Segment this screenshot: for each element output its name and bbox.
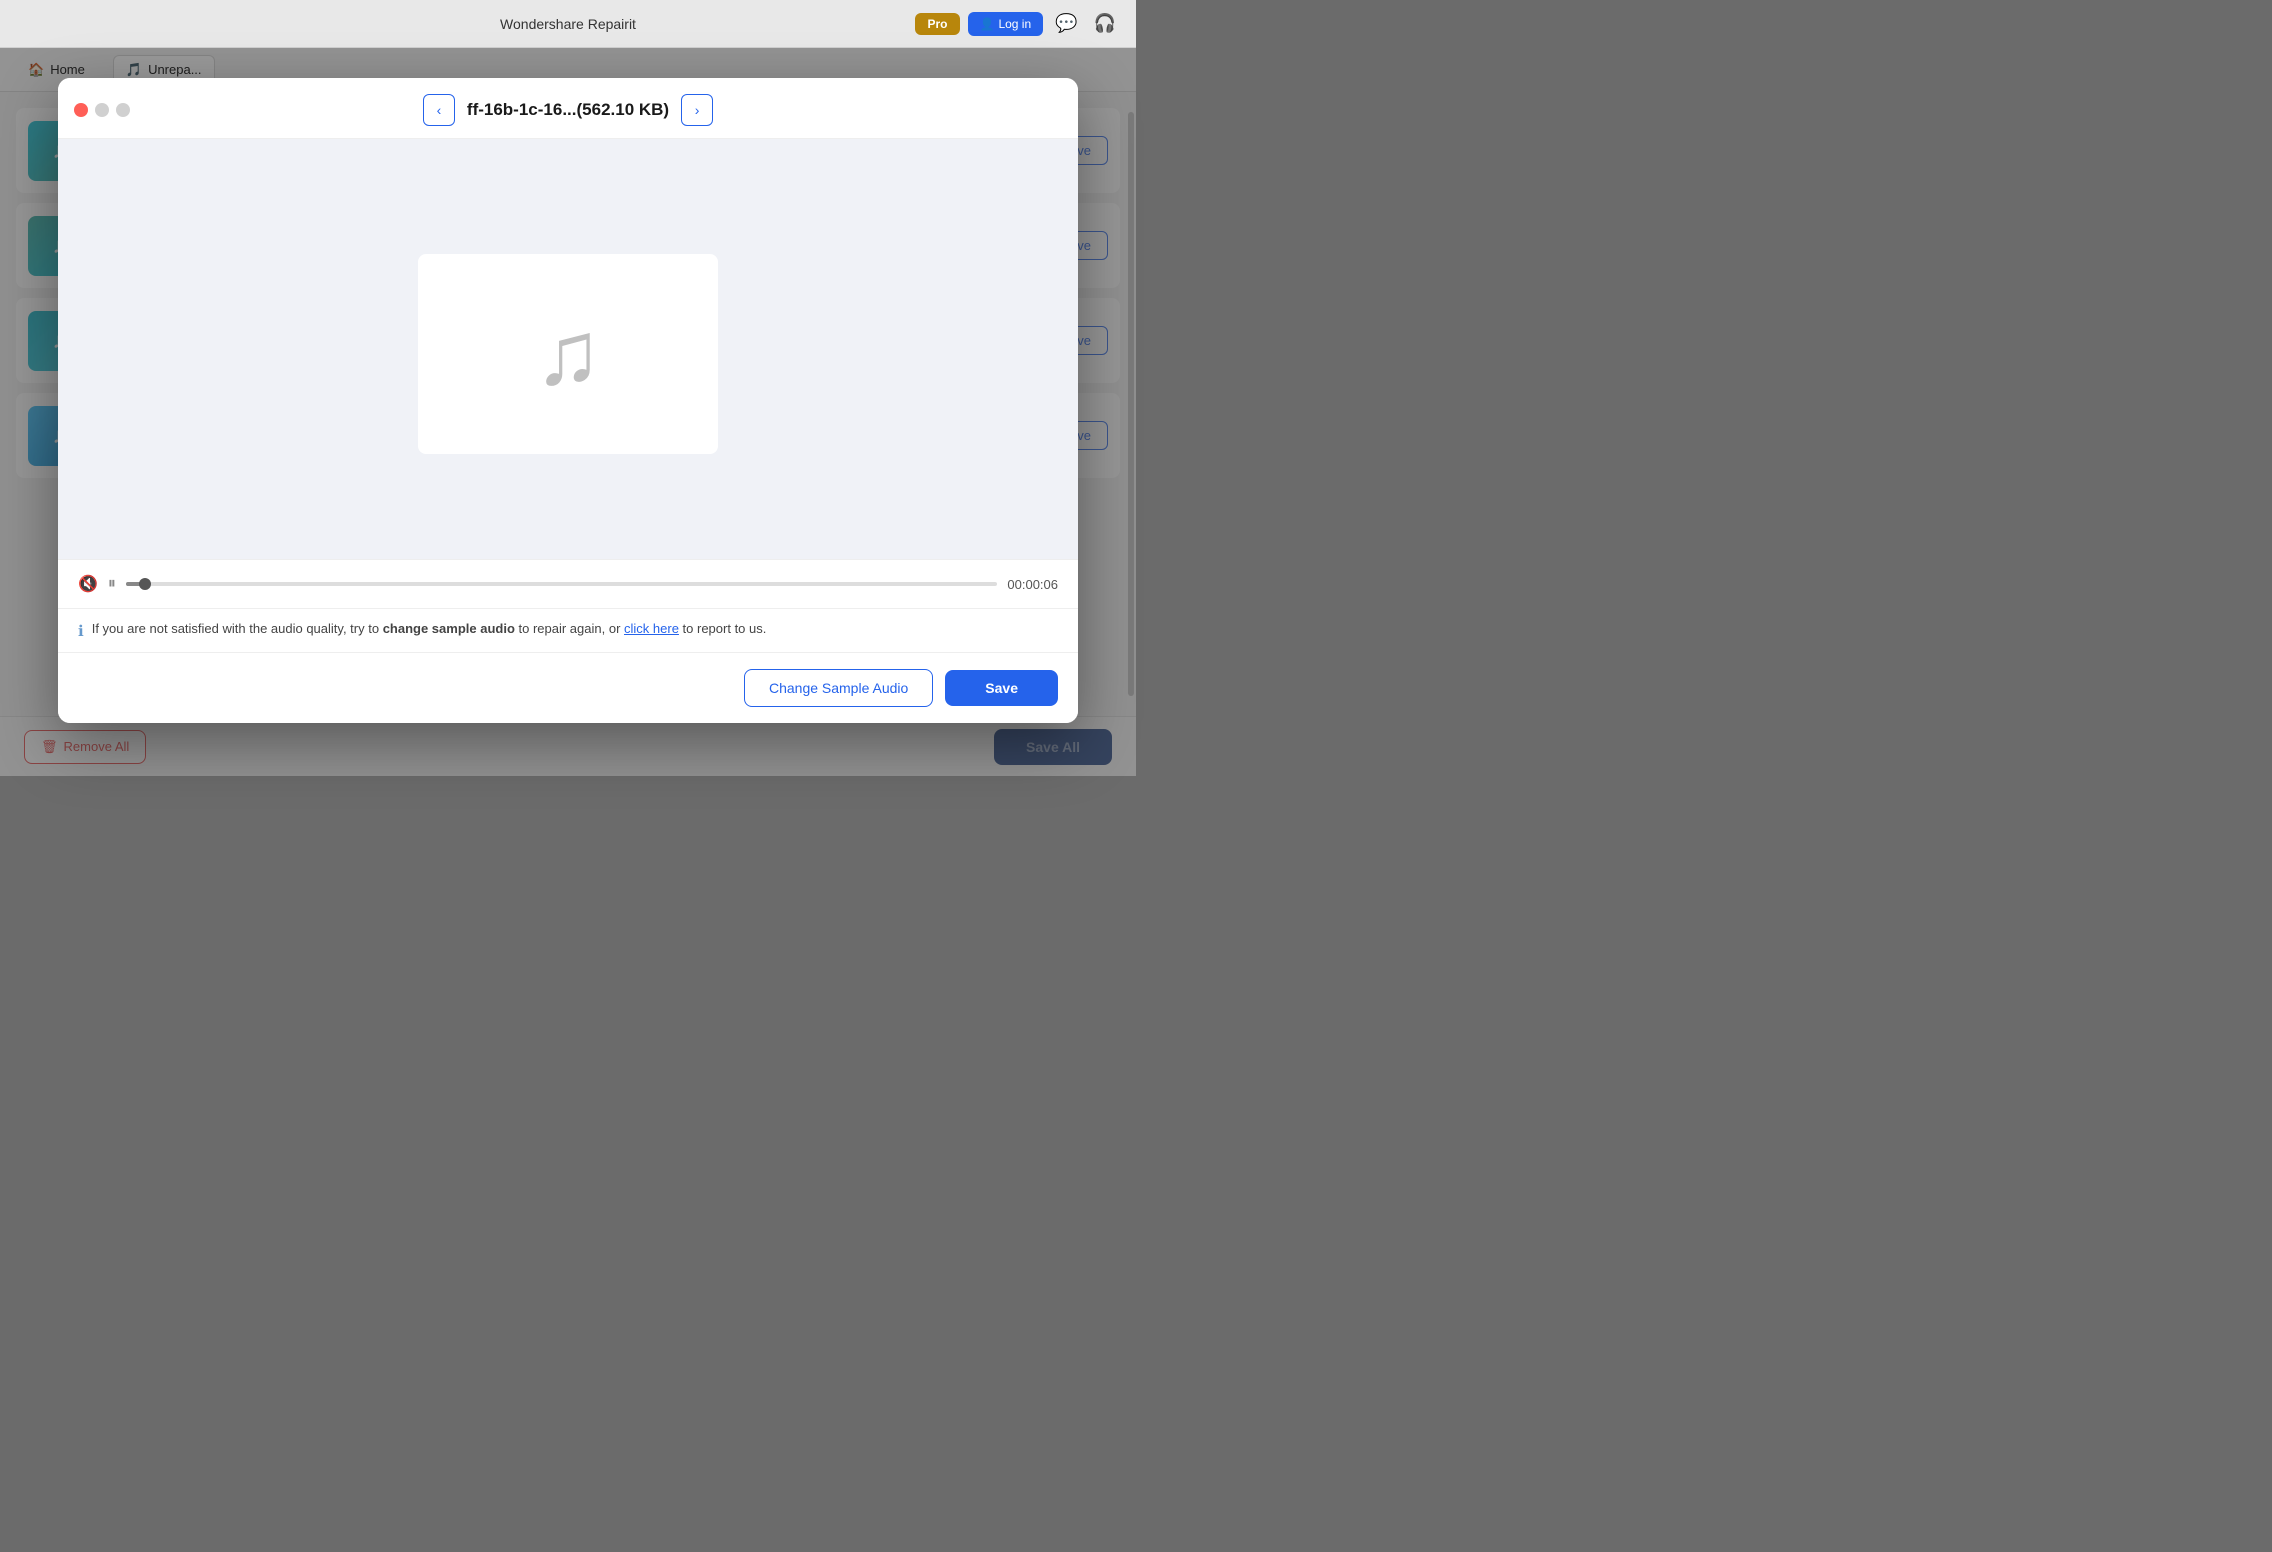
- progress-thumb: [139, 578, 151, 590]
- modal-filename: ff-16b-1c-16...(562.10 KB): [467, 100, 669, 120]
- modal-body: ♫: [58, 139, 1078, 559]
- mute-icon[interactable]: 🔇: [78, 574, 98, 594]
- headphone-icon-button[interactable]: 🎧: [1090, 9, 1120, 38]
- modal-title-bar: ‹ ff-16b-1c-16...(562.10 KB) ›: [58, 78, 1078, 139]
- chevron-right-icon: ›: [695, 102, 700, 118]
- modal-overlay: ‹ ff-16b-1c-16...(562.10 KB) › ♫ 🔇 ⏸: [0, 48, 1136, 776]
- progress-bar[interactable]: [126, 582, 997, 586]
- audio-preview-display: ♫: [418, 254, 718, 454]
- next-file-button[interactable]: ›: [681, 94, 713, 126]
- app-background: 🏠 Home 🎵 Unrepa... ♪ Save ♪ Save ♪ Save …: [0, 48, 1136, 776]
- chevron-left-icon: ‹: [437, 102, 442, 118]
- change-sample-audio-button[interactable]: Change Sample Audio: [744, 669, 933, 707]
- preview-modal: ‹ ff-16b-1c-16...(562.10 KB) › ♫ 🔇 ⏸: [58, 78, 1078, 723]
- app-title: Wondershare Repairit: [500, 16, 636, 32]
- user-icon: 👤: [980, 17, 995, 31]
- info-message: If you are not satisfied with the audio …: [92, 621, 767, 636]
- pro-badge: Pro: [915, 13, 959, 35]
- modal-save-button[interactable]: Save: [945, 670, 1058, 706]
- pause-icon[interactable]: ⏸: [108, 575, 116, 593]
- info-text-area: ℹ If you are not satisfied with the audi…: [58, 608, 1078, 652]
- music-note-icon: ♫: [534, 309, 602, 399]
- chat-icon-button[interactable]: 💬: [1051, 9, 1081, 38]
- info-icon: ℹ: [78, 622, 84, 640]
- progress-fill: [126, 582, 146, 586]
- title-bar: Wondershare Repairit Pro 👤 Log in 💬 🎧: [0, 0, 1136, 48]
- minimize-window-button[interactable]: [95, 103, 109, 117]
- login-button[interactable]: 👤 Log in: [968, 12, 1044, 36]
- prev-file-button[interactable]: ‹: [423, 94, 455, 126]
- title-bar-actions: Pro 👤 Log in 💬 🎧: [915, 9, 1120, 38]
- modal-navigation: ‹ ff-16b-1c-16...(562.10 KB) ›: [423, 94, 713, 126]
- close-window-button[interactable]: [74, 103, 88, 117]
- duration-label: 00:00:06: [1007, 577, 1058, 592]
- maximize-window-button[interactable]: [116, 103, 130, 117]
- traffic-lights: [74, 103, 130, 117]
- click-here-link[interactable]: click here: [624, 621, 679, 636]
- modal-footer: Change Sample Audio Save: [58, 652, 1078, 723]
- audio-controls: 🔇 ⏸ 00:00:06: [58, 559, 1078, 608]
